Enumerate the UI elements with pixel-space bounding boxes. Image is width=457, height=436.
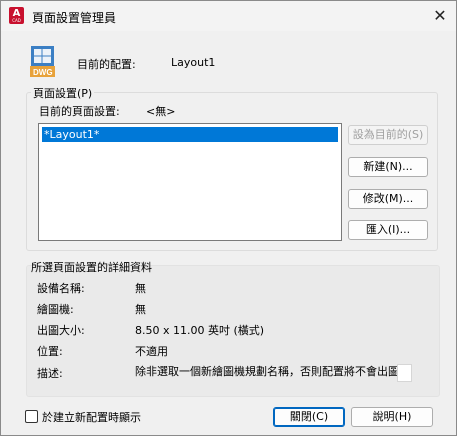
description-scrollbar[interactable]	[397, 364, 412, 382]
modify-button[interactable]: 修改(M)...	[348, 189, 428, 209]
plotter-label: 繪圖機:	[37, 303, 74, 316]
show-on-new-layout-checkbox[interactable]	[25, 410, 38, 423]
show-on-new-layout-label: 於建立新配置時顯示	[42, 411, 141, 424]
current-layout-value: Layout1	[171, 56, 216, 69]
page-setup-list[interactable]: *Layout1*	[38, 123, 342, 241]
page-setup-manager-dialog: A CAD 頁面設置管理員 ✕ DWG 目前的配置: Layout1 頁面設置(…	[0, 0, 457, 436]
list-item[interactable]: *Layout1*	[42, 127, 338, 142]
dwg-icon-label: DWG	[33, 68, 53, 77]
plot-size-label: 出圖大小:	[37, 324, 85, 337]
description-label: 描述:	[37, 367, 63, 380]
location-label: 位置:	[37, 345, 63, 358]
help-button[interactable]: 說明(H)	[351, 407, 433, 427]
device-name-label: 設備名稱:	[37, 282, 85, 295]
autocad-app-icon: A CAD	[9, 7, 24, 24]
dwg-file-icon: DWG	[30, 46, 55, 77]
device-name-value: 無	[135, 282, 146, 295]
location-value: 不適用	[135, 345, 168, 358]
new-button[interactable]: 新建(N)...	[348, 157, 428, 177]
current-page-setup-value: <無>	[146, 105, 176, 118]
close-button[interactable]: 關閉(C)	[273, 407, 345, 427]
window-title: 頁面設置管理員	[32, 11, 117, 25]
description-value: 除非選取一個新繪圖機規劃名稱，否則配置將不會出圖。	[135, 365, 410, 378]
page-setups-group-title: 頁面設置(P)	[31, 85, 95, 101]
import-button[interactable]: 匯入(I)...	[348, 220, 428, 240]
details-group-title: 所選頁面設置的詳細資料	[31, 261, 152, 274]
close-icon[interactable]: ✕	[427, 5, 453, 27]
title-bar: A CAD 頁面設置管理員 ✕	[1, 1, 456, 31]
set-current-button[interactable]: 設為目前的(S)	[348, 125, 428, 145]
plot-size-value: 8.50 x 11.00 英吋 (橫式)	[135, 324, 265, 337]
current-layout-label: 目前的配置:	[77, 58, 136, 71]
current-page-setup-label: 目前的頁面設置:	[39, 105, 120, 118]
app-icon-sub: CAD	[12, 18, 21, 23]
plotter-value: 無	[135, 303, 146, 316]
